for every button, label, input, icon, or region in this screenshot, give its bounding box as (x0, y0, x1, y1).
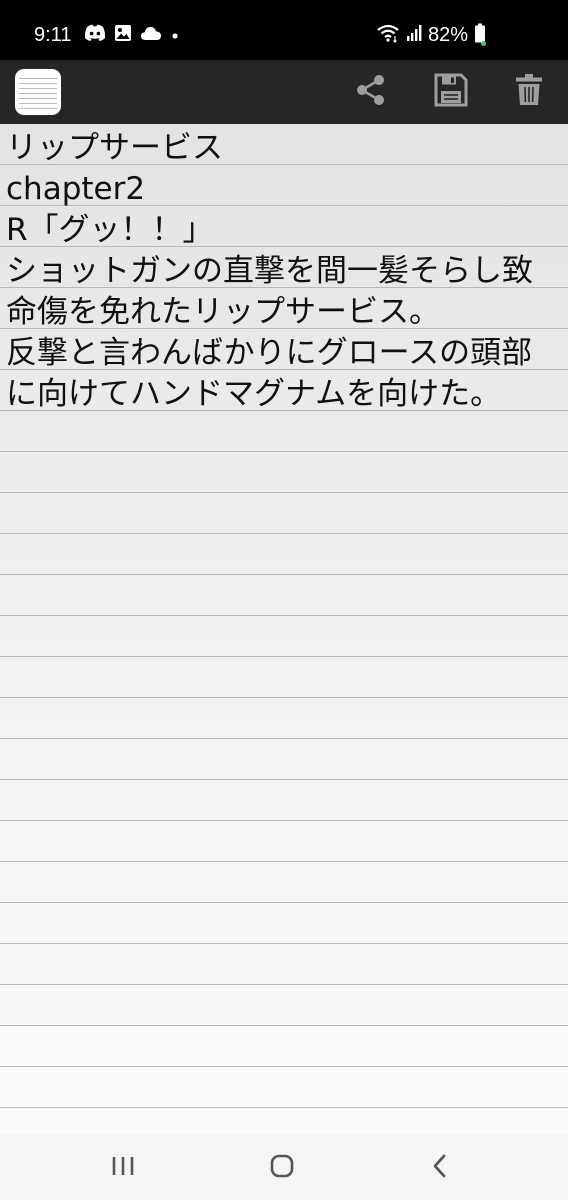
status-bar: 9:11 82% (0, 0, 568, 60)
battery-percent: 82% (427, 23, 468, 46)
signal-icon (406, 24, 422, 46)
notification-icons (84, 24, 180, 46)
back-button[interactable] (420, 1148, 460, 1188)
back-icon (428, 1152, 452, 1184)
gallery-icon (114, 24, 132, 46)
save-button[interactable] (432, 73, 470, 111)
status-time: 9:11 (34, 24, 72, 46)
dot-icon (170, 26, 180, 45)
home-icon (268, 1152, 296, 1184)
discord-icon (84, 24, 106, 46)
note-text[interactable]: リップサービス chapter2 R「グッ！！」 ショットガンの直撃を間一髪そら… (6, 128, 558, 415)
delete-icon (515, 73, 543, 111)
app-toolbar (0, 60, 568, 124)
note-editor[interactable]: リップサービス chapter2 R「グッ！！」 ショットガンの直撃を間一髪そら… (0, 124, 568, 1134)
home-button[interactable] (262, 1148, 302, 1188)
recent-apps-button[interactable] (103, 1148, 143, 1188)
wifi-icon (376, 23, 400, 47)
privacy-indicator-dot (481, 41, 486, 46)
share-icon (353, 72, 389, 112)
cloud-icon (140, 25, 162, 45)
delete-button[interactable] (510, 73, 548, 111)
screen: 9:11 82% リップサービス chapter2 R「グッ！！」 ショットガン… (0, 0, 568, 1200)
navigation-bar (0, 1134, 568, 1200)
recent-apps-icon (110, 1154, 136, 1182)
status-right: 82% (376, 22, 486, 48)
save-icon (434, 73, 468, 111)
share-button[interactable] (352, 73, 390, 111)
notepad-icon[interactable] (15, 69, 61, 115)
